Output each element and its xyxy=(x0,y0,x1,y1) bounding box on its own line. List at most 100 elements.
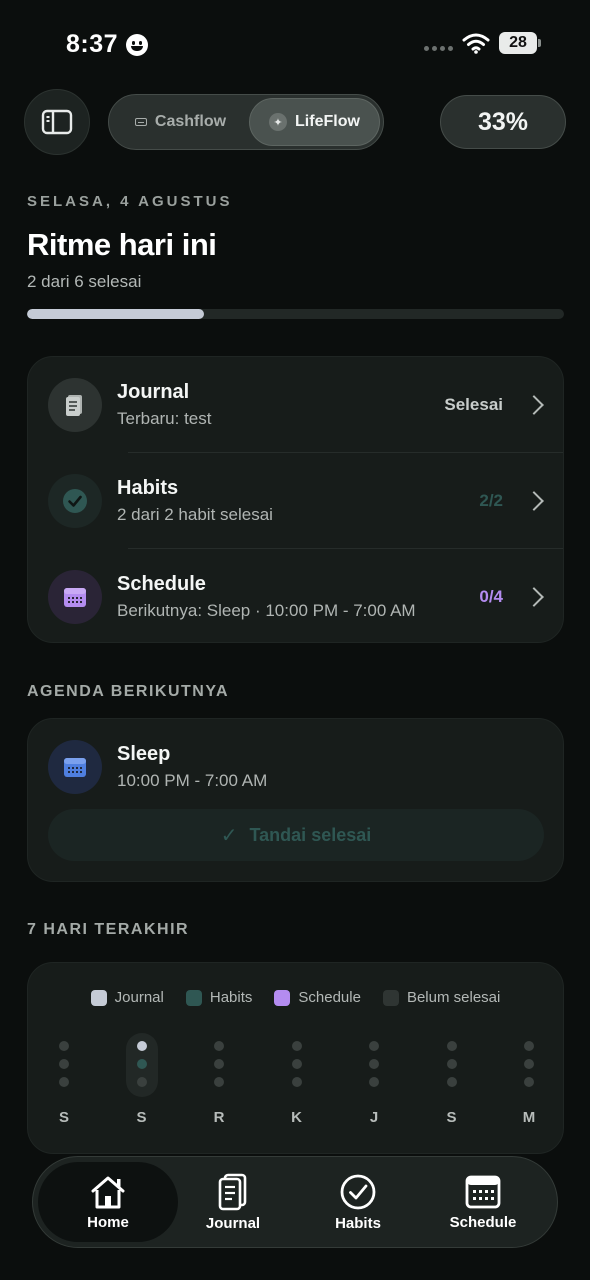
day-dot-schedule xyxy=(369,1077,379,1087)
journal-row[interactable]: Journal Terbaru: test Selesai xyxy=(28,357,563,453)
progress-text: 2 dari 6 selesai xyxy=(27,272,142,291)
day-dot-schedule xyxy=(59,1077,69,1087)
page-title: Ritme hari ini xyxy=(27,227,217,262)
tab-journal-label: Journal xyxy=(205,1214,261,1232)
day-column xyxy=(436,1033,468,1097)
agenda-time: 10:00 PM - 7:00 AM xyxy=(117,771,268,790)
day-dot-habits xyxy=(214,1059,224,1069)
day-column xyxy=(48,1033,80,1097)
day-dot-habits xyxy=(446,1059,457,1069)
battery-icon: 28 xyxy=(499,32,541,54)
legend-swatch xyxy=(90,989,107,1006)
legend-swatch xyxy=(185,989,202,1006)
day-dot-schedule xyxy=(446,1077,457,1087)
habits-title: Habits xyxy=(117,477,179,499)
day-dot-journal xyxy=(136,1041,147,1051)
day-dot-journal xyxy=(369,1041,379,1051)
habits-subtitle: 2 dari 2 habit selesai xyxy=(117,505,273,524)
check-icon: ✓ xyxy=(220,824,238,847)
day-dot-journal xyxy=(214,1041,224,1051)
day-column xyxy=(358,1033,390,1097)
tab-home-label: Home xyxy=(87,1213,129,1231)
tab-schedule[interactable]: Schedule xyxy=(433,1162,533,1242)
signal-icon xyxy=(424,46,453,51)
day-dot-schedule xyxy=(291,1077,302,1087)
progress-bar xyxy=(27,309,564,319)
week-card: Journal Habits Schedule Belum selesai S S… xyxy=(27,962,564,1154)
date-label: SELASA, 4 AGUSTUS xyxy=(27,193,233,210)
legend-habits: Habits xyxy=(185,989,253,1006)
legend-label: Journal xyxy=(114,989,164,1006)
progress-percent-button[interactable]: 33% xyxy=(440,95,566,149)
cashflow-label: Cashflow xyxy=(154,113,227,130)
schedule-icon xyxy=(48,570,102,624)
day-column xyxy=(281,1033,313,1097)
day-label: R xyxy=(213,1109,225,1126)
day-dot-habits xyxy=(291,1059,302,1069)
legend-pending: Belum selesai xyxy=(382,989,500,1006)
day-label: K xyxy=(291,1109,302,1126)
agenda-title: Sleep xyxy=(117,743,171,765)
calendar-icon xyxy=(48,740,102,794)
schedule-title: Schedule xyxy=(117,573,206,595)
status-bar: 8:37 28 xyxy=(0,28,590,62)
legend: Journal Habits Schedule Belum selesai xyxy=(28,989,563,1006)
battery-level: 28 xyxy=(499,32,537,54)
day-dot-schedule xyxy=(214,1077,224,1087)
journal-icon xyxy=(218,1173,247,1210)
progress-bar-fill xyxy=(27,309,205,319)
day-dot-schedule xyxy=(136,1077,147,1087)
chevron-right-icon xyxy=(524,587,544,607)
card-icon xyxy=(134,118,147,126)
day-column xyxy=(125,1033,158,1097)
day-label: S xyxy=(446,1109,457,1126)
habits-icon xyxy=(48,474,102,528)
day-dot-habits xyxy=(136,1059,147,1069)
sparkle-icon: ✦ xyxy=(269,113,288,131)
tab-habits[interactable]: Habits xyxy=(308,1162,408,1242)
calendar-icon xyxy=(465,1175,501,1208)
tab-schedule-label: Schedule xyxy=(449,1213,517,1231)
mode-switch: Cashflow ✦ LifeFlow xyxy=(108,94,384,150)
smiley-icon xyxy=(126,34,148,56)
day-dot-journal xyxy=(446,1041,457,1051)
schedule-row[interactable]: Schedule Berikutnya: Sleep · 10:00 PM - … xyxy=(28,549,563,645)
legend-swatch xyxy=(274,989,291,1006)
agenda-card: Sleep 10:00 PM - 7:00 AM ✓ Tandai selesa… xyxy=(27,718,564,882)
week-section-label: 7 HARI TERAKHIR xyxy=(27,921,190,938)
day-label: S xyxy=(136,1109,147,1126)
summary-card: Journal Terbaru: test Selesai Habits 2 d… xyxy=(27,356,564,643)
sidebar-toggle-button[interactable] xyxy=(24,89,90,155)
legend-label: Schedule xyxy=(298,989,361,1006)
day-dot-habits xyxy=(369,1059,379,1069)
wifi-icon xyxy=(462,33,490,54)
chevron-right-icon xyxy=(524,491,544,511)
lifeflow-tab[interactable]: ✦ LifeFlow xyxy=(248,98,380,146)
chevron-right-icon xyxy=(524,395,544,415)
day-dot-journal xyxy=(59,1041,69,1051)
lifeflow-label: LifeFlow xyxy=(295,113,360,130)
day-label: S xyxy=(58,1109,69,1126)
journal-subtitle: Terbaru: test xyxy=(117,409,212,428)
day-dot-schedule xyxy=(524,1077,534,1087)
legend-swatch xyxy=(382,989,399,1006)
habits-row[interactable]: Habits 2 dari 2 habit selesai 2/2 xyxy=(28,453,563,549)
schedule-status: 0/4 xyxy=(479,587,503,606)
mark-done-button[interactable]: ✓ Tandai selesai xyxy=(48,809,544,861)
day-label: M xyxy=(522,1109,536,1126)
home-icon xyxy=(91,1176,125,1208)
check-circle-icon xyxy=(340,1174,376,1209)
day-dot-journal xyxy=(524,1041,534,1051)
legend-journal: Journal xyxy=(90,989,164,1006)
tab-bar: Home Journal Habits Schedule xyxy=(32,1156,558,1248)
tab-home[interactable]: Home xyxy=(38,1162,178,1242)
legend-label: Habits xyxy=(209,989,253,1006)
schedule-subtitle: Berikutnya: Sleep · 10:00 PM - 7:00 AM xyxy=(117,601,416,620)
day-dot-habits xyxy=(59,1059,69,1069)
day-column xyxy=(513,1033,545,1097)
tab-journal[interactable]: Journal xyxy=(183,1162,283,1242)
journal-status: Selesai xyxy=(444,395,503,414)
cashflow-tab[interactable]: Cashflow xyxy=(112,98,249,146)
day-column xyxy=(203,1033,235,1097)
tab-habits-label: Habits xyxy=(335,1214,381,1232)
